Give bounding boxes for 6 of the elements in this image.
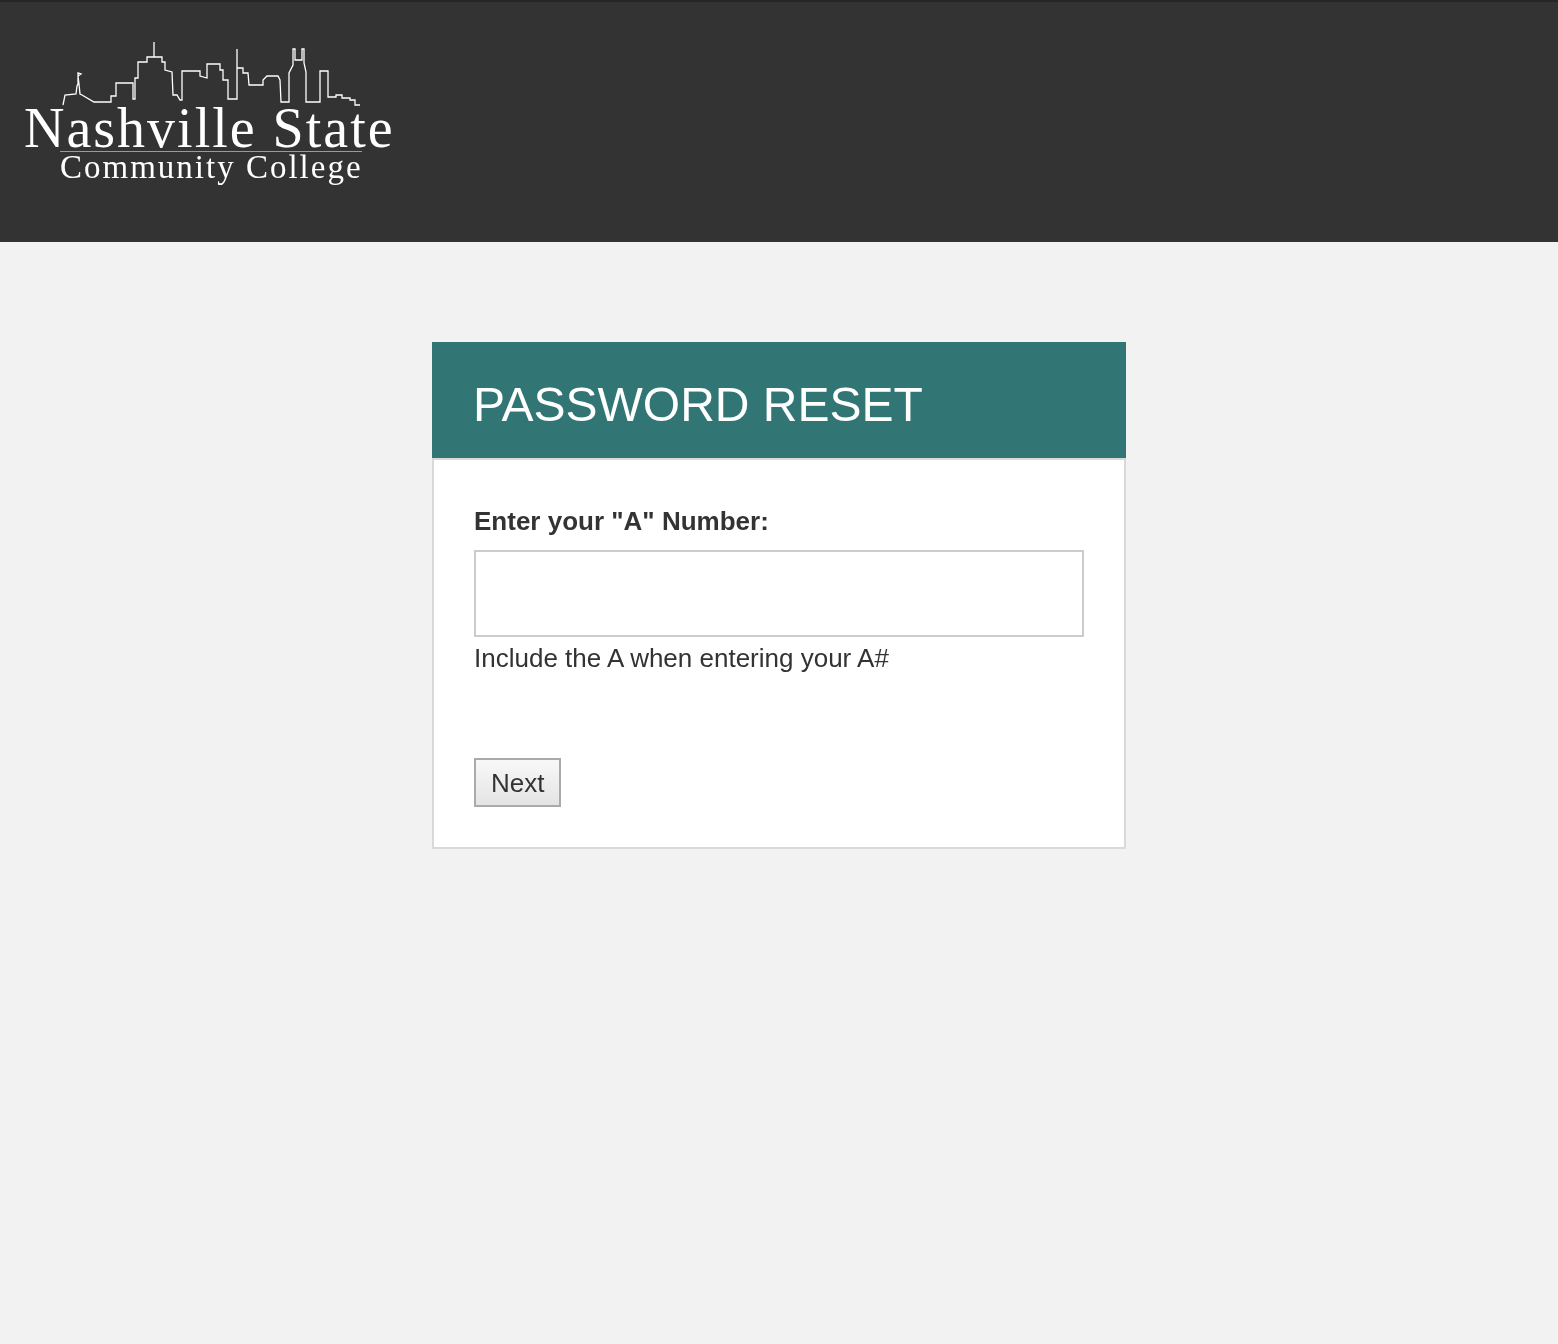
field-label: Enter your "A" Number:	[474, 506, 769, 536]
next-button[interactable]: Next	[474, 758, 562, 807]
a-number-field[interactable]	[474, 550, 1084, 637]
hint-text: Include the A when entering your A#	[474, 643, 889, 673]
logo-title: Nashville State	[24, 106, 395, 150]
card-title: PASSWORD RESET	[473, 381, 924, 429]
